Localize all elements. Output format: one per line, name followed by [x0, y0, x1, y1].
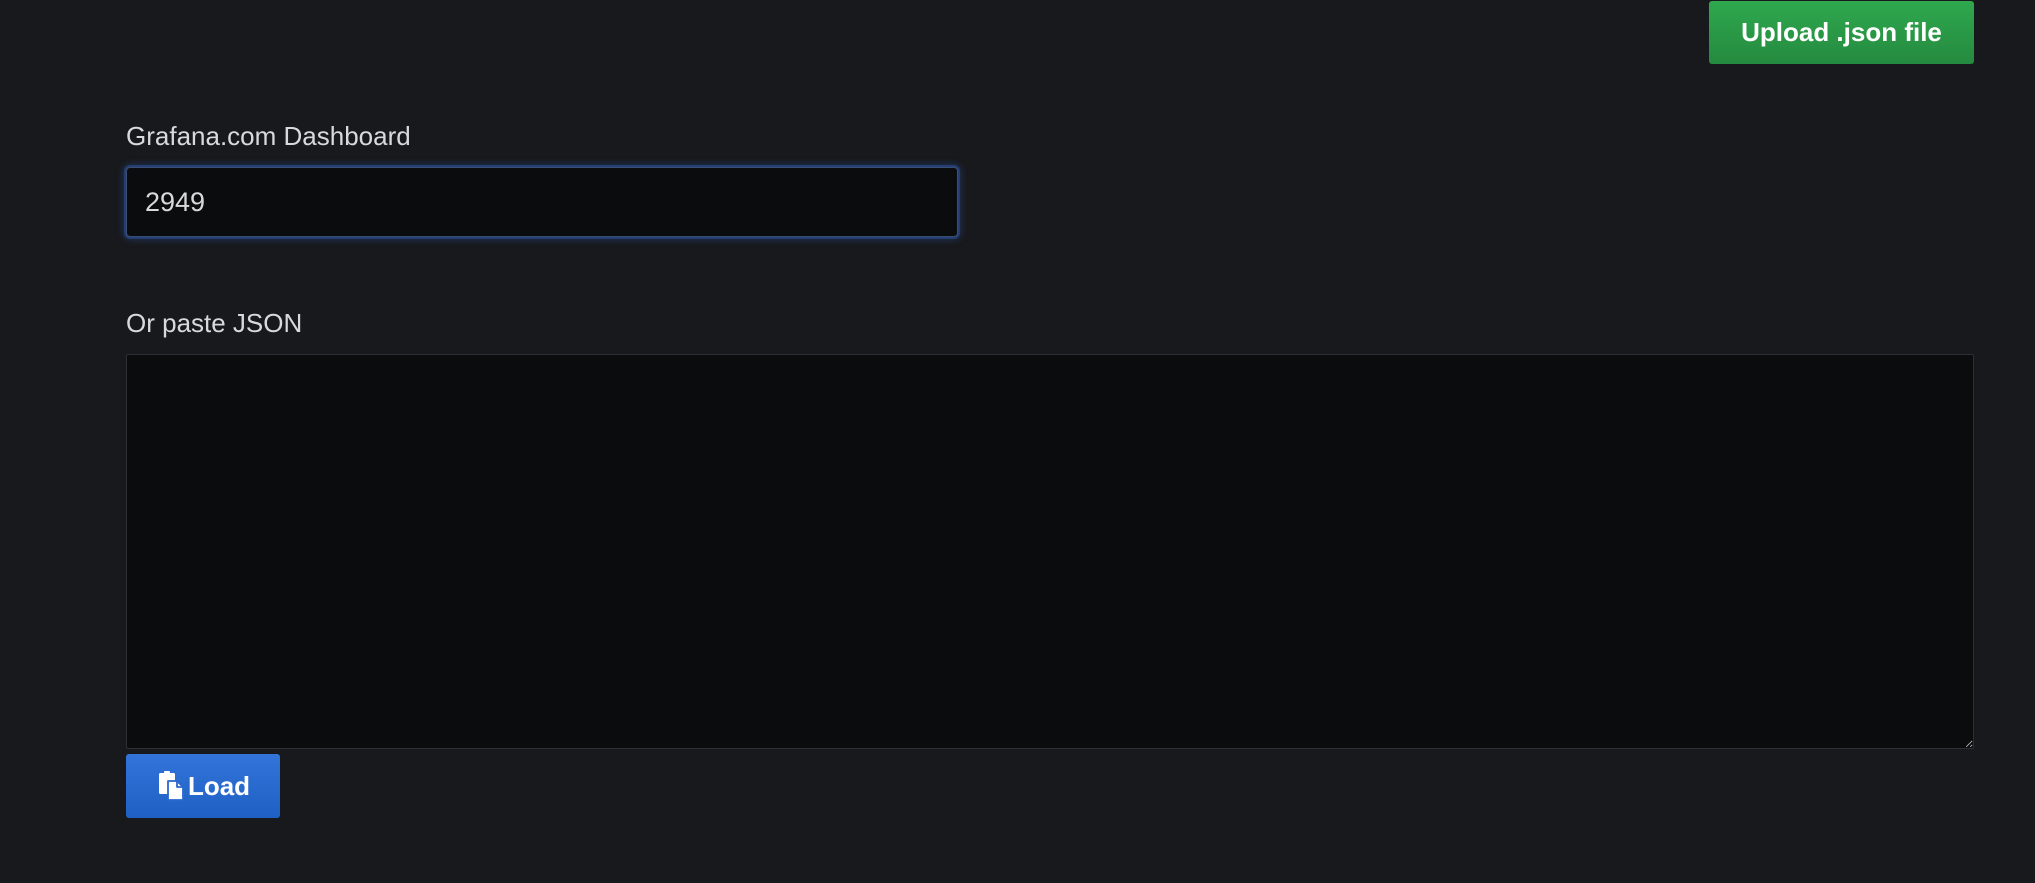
- import-dashboard-page: Upload .json file Grafana.com Dashboard …: [0, 0, 2035, 883]
- paste-json-textarea[interactable]: [126, 354, 1974, 749]
- paste-icon: [156, 771, 186, 801]
- paste-json-label: Or paste JSON: [126, 308, 303, 338]
- load-button[interactable]: Load: [126, 754, 280, 818]
- upload-json-file-button[interactable]: Upload .json file: [1709, 1, 1974, 64]
- load-button-label: Load: [187, 770, 251, 801]
- grafana-dashboard-id-input[interactable]: [126, 167, 958, 237]
- grafana-dashboard-label: Grafana.com Dashboard: [126, 121, 411, 151]
